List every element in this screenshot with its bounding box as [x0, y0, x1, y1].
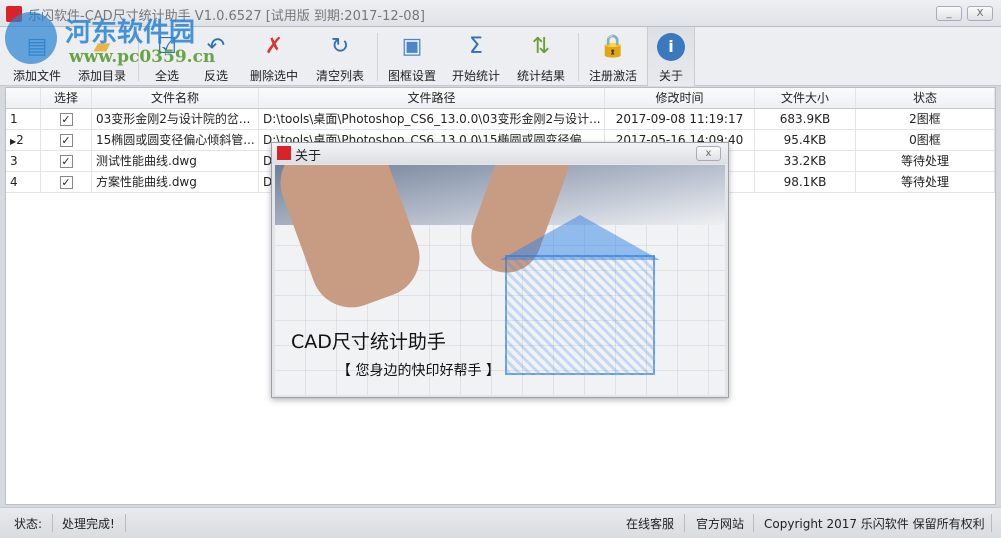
refresh-icon: ↻ — [330, 34, 350, 59]
info-icon: i — [657, 33, 685, 61]
about-dialog: 关于 x CAD尺寸统计助手 【 您身边的快印好帮手 】 — [271, 142, 729, 398]
file-status: 2图框 — [856, 109, 995, 129]
file-name: 测试性能曲线.dwg — [92, 151, 259, 171]
lock-table-icon: 🔒 — [599, 34, 627, 59]
window-title: 乐闪软件-CAD尺寸统计助手 V1.0.6527 [试用版 到期:2017-12… — [28, 9, 425, 24]
file-status: 0图框 — [856, 130, 995, 150]
close-button[interactable]: X — [967, 6, 993, 21]
select-all-button[interactable]: ☑ 全选 — [146, 27, 188, 86]
dialog-title-bar: 关于 x — [272, 143, 728, 164]
app-icon — [6, 6, 22, 22]
online-support-link[interactable]: 在线客服 — [626, 515, 674, 532]
file-status: 等待处理 — [856, 172, 995, 192]
sort-table-icon: ⇅ — [531, 34, 551, 59]
clear-list-button[interactable]: ↻ 清空列表 — [310, 27, 370, 86]
register-button[interactable]: 🔒 注册激活 — [583, 27, 643, 86]
invert-selection-button[interactable]: ↶ 反选 — [195, 27, 237, 86]
about-button[interactable]: i 关于 — [647, 27, 695, 86]
delete-doc-icon: ✗ — [264, 34, 284, 59]
header-size[interactable]: 文件大小 — [755, 88, 856, 108]
row-checkbox[interactable]: ✓ — [59, 134, 73, 147]
header-select[interactable]: 选择 — [41, 88, 92, 108]
modified-time: 2017-09-08 11:19:17 — [605, 109, 755, 129]
file-name: 03变形金刚2与设计院的岔... — [92, 109, 259, 129]
app-icon — [277, 146, 291, 160]
add-folder-button[interactable]: ▰ 添加目录 — [71, 27, 133, 86]
minimize-button[interactable]: _ — [936, 6, 962, 21]
product-name: CAD尺寸统计助手 — [291, 331, 446, 353]
file-size: 683.9KB — [755, 109, 856, 129]
dialog-title: 关于 — [295, 149, 322, 164]
dialog-close-button[interactable]: x — [696, 146, 721, 161]
row-checkbox[interactable]: ✓ — [59, 155, 73, 168]
row-checkbox[interactable]: ✓ — [59, 176, 73, 189]
header-status[interactable]: 状态 — [856, 88, 995, 108]
row-number: 4 — [6, 172, 41, 192]
product-slogan: 【 您身边的快印好帮手 】 — [337, 363, 500, 379]
toolbar: ▤ 添加文件 ▰ 添加目录 ☑ 全选 ↶ 反选 ✗ 删除选中 ↻ 清空列表 ▣ 图框设置 Σ开… — [0, 27, 1001, 86]
file-name: 15椭圆或圆变径偏心倾斜管... — [92, 130, 259, 150]
row-number: ▶2 — [6, 130, 41, 150]
delete-selected-button[interactable]: ✗ 删除选中 — [244, 27, 304, 86]
copyright: Copyright 2017 乐闪软件 保留所有权利 — [764, 517, 985, 531]
official-site-link[interactable]: 官方网站 — [696, 515, 744, 532]
add-file-icon: ▤ — [26, 34, 48, 59]
file-status: 等待处理 — [856, 151, 995, 171]
sum-table-icon: Σ — [469, 34, 483, 59]
frame-settings-button[interactable]: ▣ 图框设置 — [382, 27, 442, 86]
status-bar: 状态: 处理完成! 在线客服 官方网站 Copyright 2017 乐闪软件 … — [0, 507, 1001, 538]
frame-icon: ▣ — [401, 34, 423, 59]
header-path[interactable]: 文件路径 — [259, 88, 605, 108]
file-size: 95.4KB — [755, 130, 856, 150]
title-bar: 乐闪软件-CAD尺寸统计助手 V1.0.6527 [试用版 到期:2017-12… — [0, 0, 1001, 27]
check-icon: ☑ — [157, 34, 177, 59]
status-value: 处理完成! — [62, 517, 115, 531]
row-checkbox[interactable]: ✓ — [59, 113, 73, 126]
add-file-button[interactable]: ▤ 添加文件 — [6, 27, 68, 86]
stats-result-button[interactable]: ⇅ 统计结果 — [511, 27, 571, 86]
about-banner-image: CAD尺寸统计助手 【 您身边的快印好帮手 】 — [275, 165, 725, 395]
status-label: 状态: — [14, 517, 43, 531]
table-header: 选择 文件名称 文件路径 修改时间 文件大小 状态 — [6, 88, 995, 109]
undo-icon: ↶ — [206, 34, 226, 59]
folder-icon: ▰ — [93, 34, 111, 59]
row-number: 1 — [6, 109, 41, 129]
file-size: 98.1KB — [755, 172, 856, 192]
row-number: 3 — [6, 151, 41, 171]
file-name: 方案性能曲线.dwg — [92, 172, 259, 192]
table-row[interactable]: 1 ✓ 03变形金刚2与设计院的岔... D:\tools\桌面\Photoshop_… — [6, 109, 995, 130]
file-size: 33.2KB — [755, 151, 856, 171]
file-path: D:\tools\桌面\Photoshop_CS6_13.0.0\03变形金刚2… — [259, 109, 605, 129]
header-name[interactable]: 文件名称 — [92, 88, 259, 108]
start-stats-button[interactable]: Σ 开始统计 — [446, 27, 506, 86]
header-time[interactable]: 修改时间 — [605, 88, 755, 108]
